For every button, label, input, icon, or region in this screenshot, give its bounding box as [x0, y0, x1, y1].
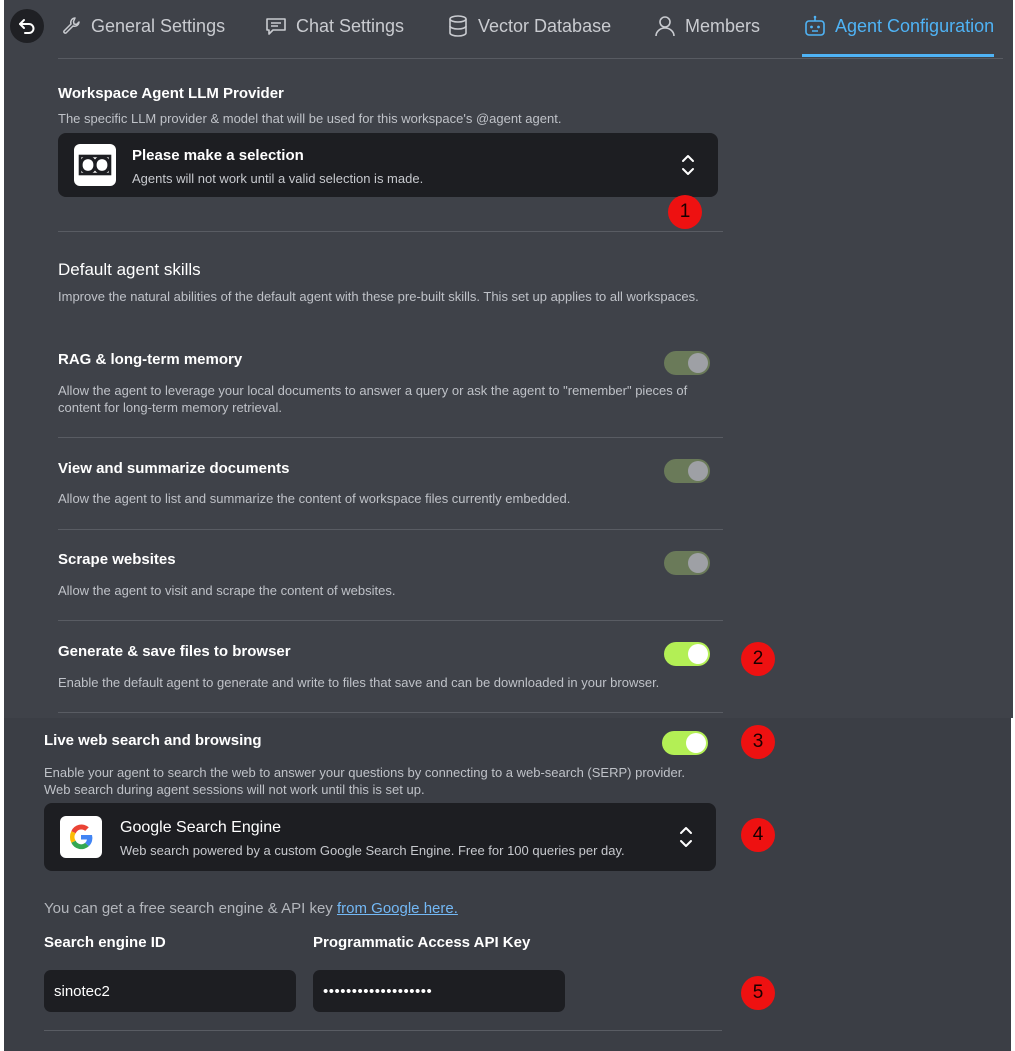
robot-icon: [804, 15, 826, 37]
user-icon: [654, 15, 676, 37]
tab-vector-database[interactable]: Vector Database: [447, 12, 611, 40]
skill-description: Enable the default agent to generate and…: [58, 675, 660, 690]
toggle-knob: [688, 353, 708, 373]
toggle-knob: [688, 461, 708, 481]
chat-icon: [265, 15, 287, 37]
tab-agent-configuration[interactable]: Agent Configuration: [804, 12, 994, 40]
tab-label: Members: [685, 15, 761, 36]
tab-label: Vector Database: [478, 15, 612, 36]
annotation-marker-2: 2: [741, 642, 775, 676]
engine-id-label: Search engine ID: [44, 934, 166, 951]
skill-title: RAG & long-term memory: [58, 351, 243, 368]
divider: [58, 712, 723, 713]
web-search-title: Live web search and browsing: [44, 732, 262, 749]
api-key-hint: You can get a free search engine & API k…: [44, 900, 458, 917]
tab-label: General Settings: [91, 15, 226, 36]
toggle-knob: [688, 644, 708, 664]
summarize-docs-toggle[interactable]: [664, 459, 710, 483]
skills-description: Improve the natural abilities of the def…: [58, 289, 699, 304]
web-search-toggle[interactable]: [662, 731, 708, 755]
select-title: Please make a selection: [132, 147, 304, 164]
web-search-description: Enable your agent to search the web to a…: [44, 765, 685, 780]
active-tab-indicator: [802, 54, 994, 57]
google-link[interactable]: from Google here.: [337, 900, 458, 917]
toggle-knob: [688, 553, 708, 573]
tab-general-settings[interactable]: General Settings: [60, 12, 225, 40]
scrape-websites-toggle[interactable]: [664, 551, 710, 575]
engine-id-input[interactable]: sinotec2: [44, 970, 296, 1012]
provider-title: Workspace Agent LLM Provider: [58, 85, 284, 102]
save-files-toggle[interactable]: [664, 642, 710, 666]
tab-label: Chat Settings: [296, 15, 405, 36]
skills-title: Default agent skills: [58, 260, 201, 279]
hint-text: You can get a free search engine & API k…: [44, 900, 337, 917]
google-logo-icon: [60, 816, 102, 858]
select-description: Agents will not work until a valid selec…: [132, 171, 424, 186]
select-description: Web search powered by a custom Google Se…: [120, 843, 625, 858]
database-icon: [447, 15, 469, 37]
skill-description: Allow the agent to leverage your local d…: [58, 383, 688, 398]
toggle-knob: [686, 733, 706, 753]
annotation-marker-4: 4: [741, 818, 775, 852]
web-search-description: Web search during agent sessions will no…: [44, 782, 425, 797]
wrench-icon: [60, 15, 82, 37]
annotation-marker-5: 5: [741, 976, 775, 1010]
tab-members[interactable]: Members: [654, 12, 760, 40]
chevron-up-down-icon: [682, 155, 694, 175]
back-arrow-icon: [19, 19, 35, 34]
divider: [44, 1030, 722, 1031]
tab-label: Agent Configuration: [835, 15, 995, 36]
select-title: Google Search Engine: [120, 819, 281, 836]
rag-memory-toggle[interactable]: [664, 351, 710, 375]
tab-chat-settings[interactable]: Chat Settings: [265, 12, 404, 40]
divider: [58, 620, 723, 621]
search-provider-select[interactable]: Google Search Engine Web search powered …: [44, 803, 716, 871]
divider: [58, 231, 723, 232]
llm-provider-select[interactable]: Please make a selection Agents will not …: [58, 133, 718, 197]
skill-title: Generate & save files to browser: [58, 643, 291, 660]
skill-description: Allow the agent to visit and scrape the …: [58, 583, 396, 598]
skill-title: View and summarize documents: [58, 460, 290, 477]
divider: [58, 437, 723, 438]
skill-description: content for long-term memory retrieval.: [58, 400, 282, 415]
api-key-input[interactable]: •••••••••••••••••••: [313, 970, 565, 1012]
annotation-marker-1: 1: [668, 195, 702, 229]
api-key-label: Programmatic Access API Key: [313, 934, 531, 951]
back-button[interactable]: [10, 9, 44, 43]
chevron-up-down-icon: [680, 827, 692, 847]
divider: [58, 529, 723, 530]
provider-logo-icon: [74, 144, 116, 186]
annotation-marker-3: 3: [741, 725, 775, 759]
skill-title: Scrape websites: [58, 551, 176, 568]
provider-description: The specific LLM provider & model that w…: [58, 111, 562, 126]
skill-description: Allow the agent to list and summarize th…: [58, 491, 571, 506]
